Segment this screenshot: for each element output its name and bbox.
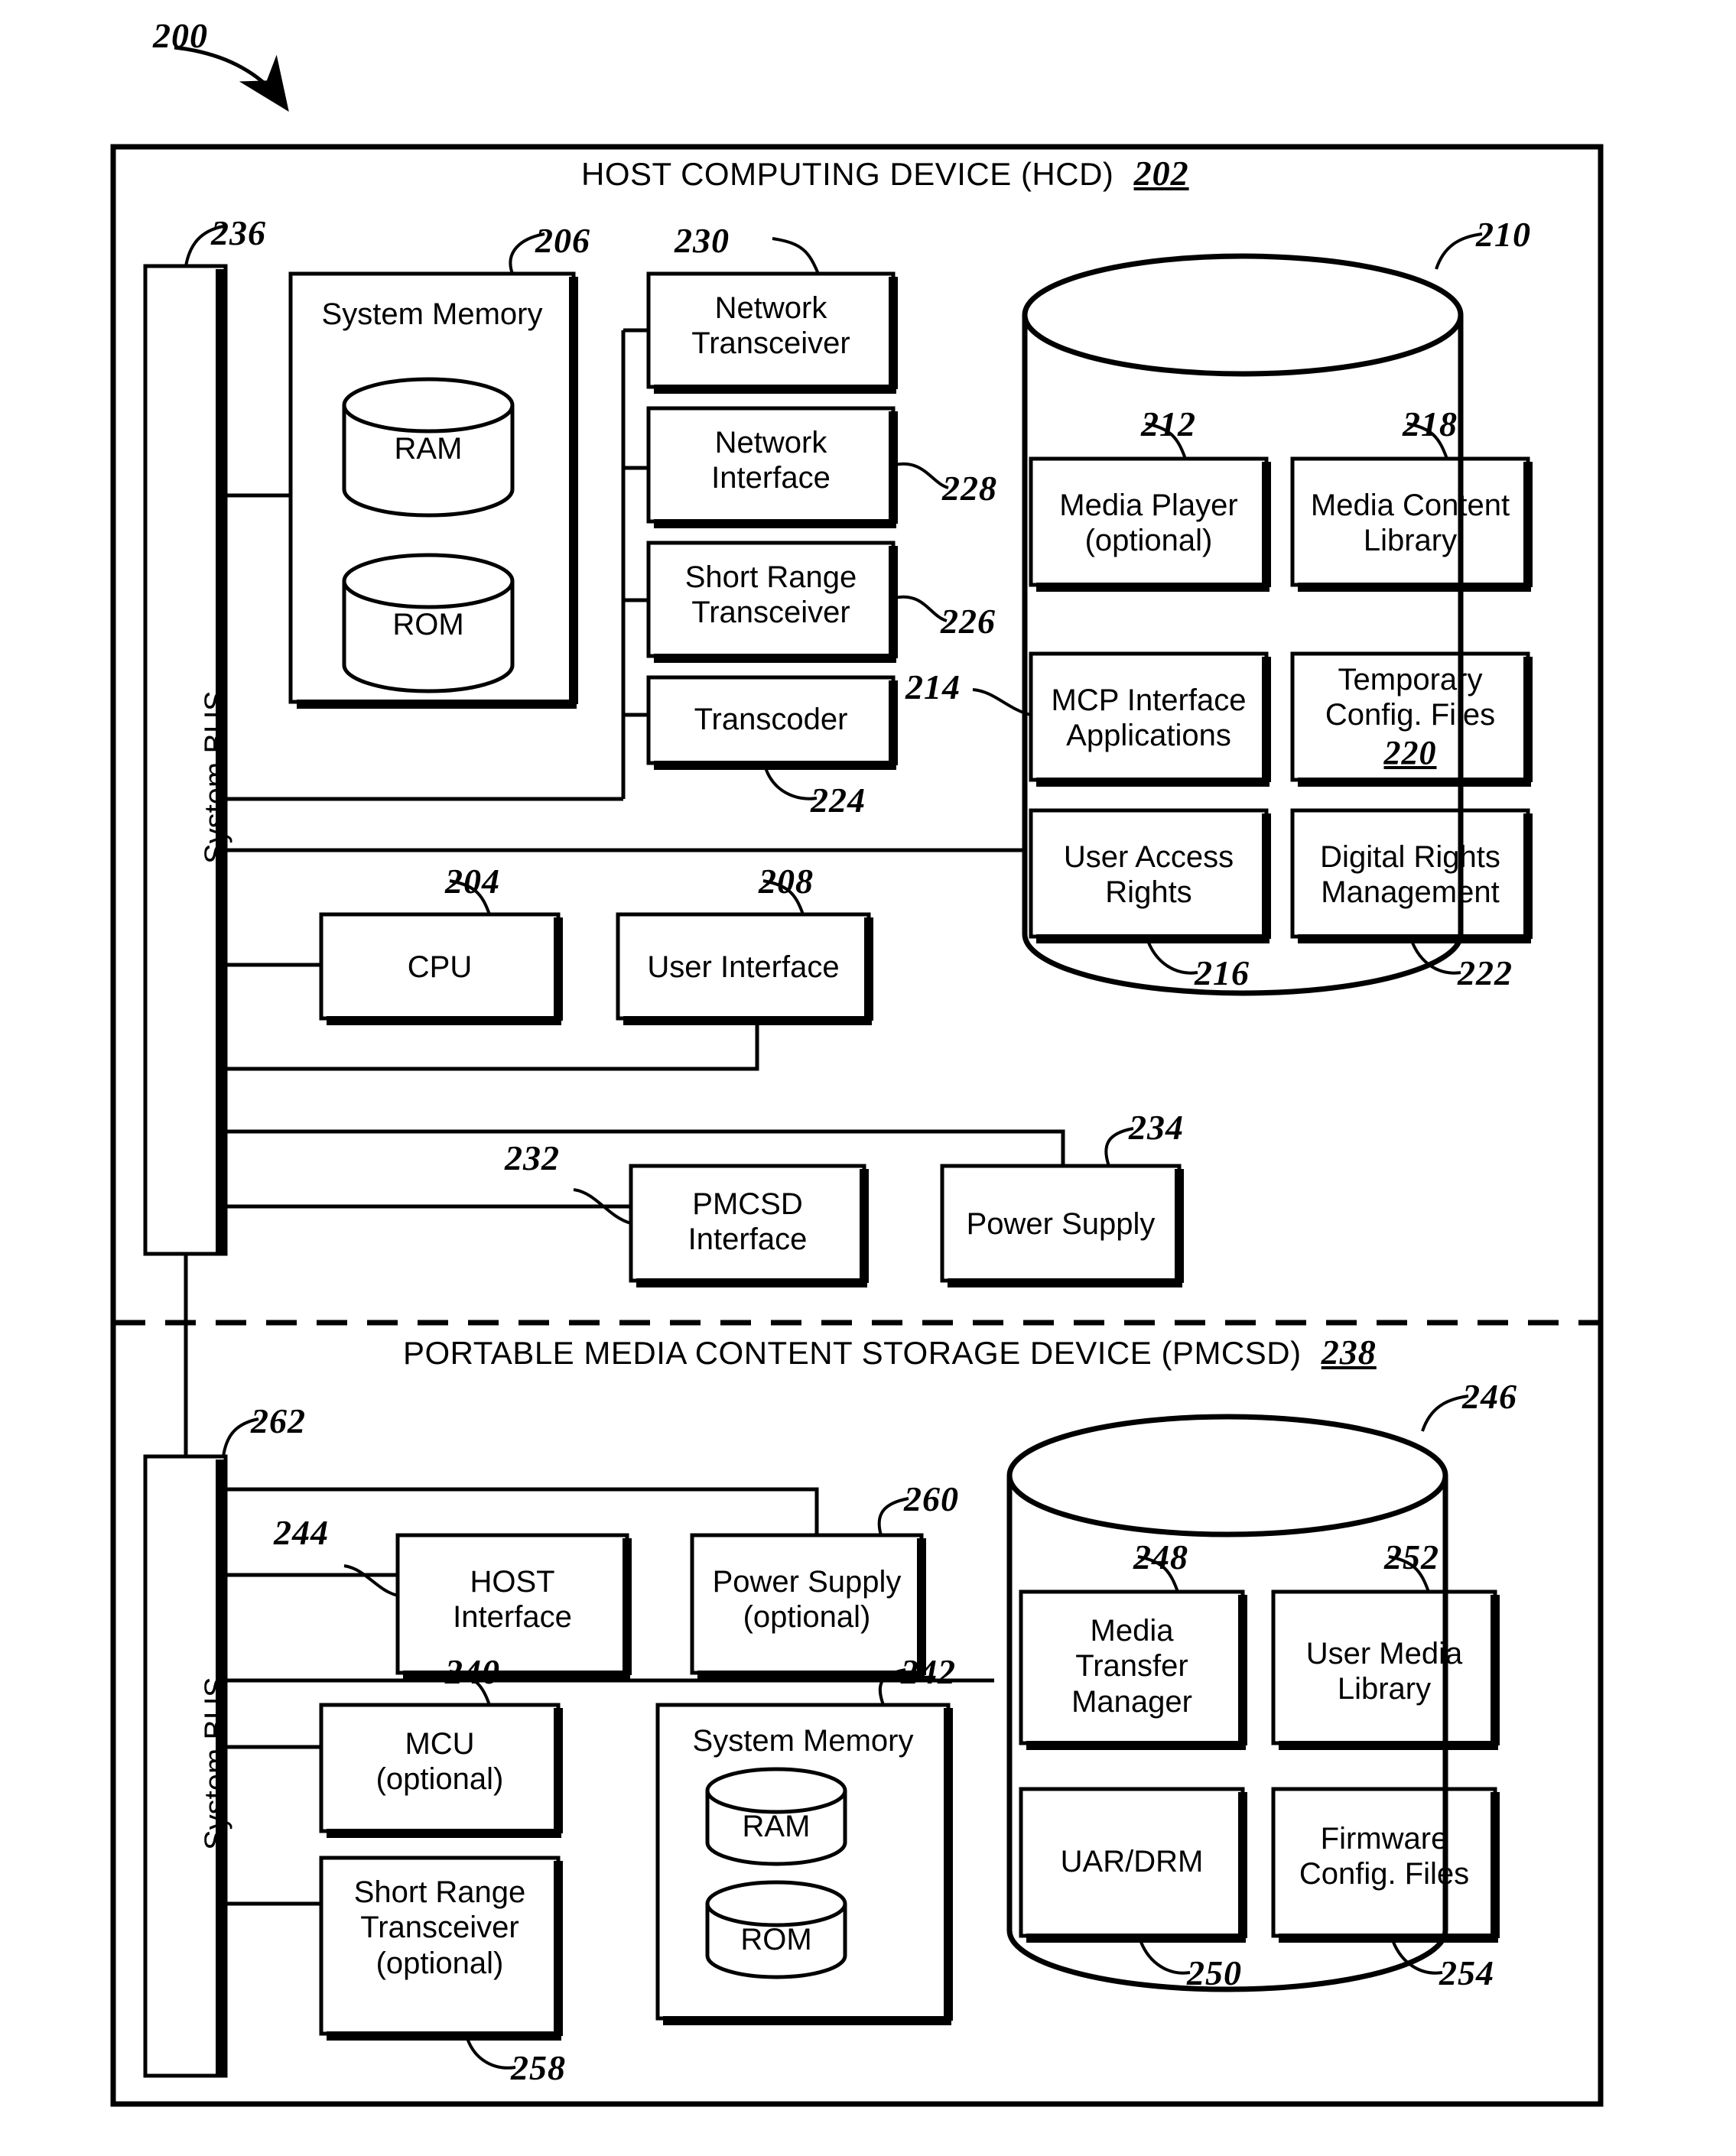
section-title-pmcsd: PORTABLE MEDIA CONTENT STORAGE DEVICE (P… [403, 1332, 1377, 1372]
hcd-network-transceiver-ref: 230 [675, 221, 730, 260]
figure-ref: 200 [153, 16, 208, 55]
pmcsd-db-uar-drm-ref: 250 [1187, 1953, 1242, 1992]
hcd-title-ref: 202 [1133, 154, 1189, 193]
pmcsd-system-memory-label: System Memory [692, 1724, 914, 1758]
pmcsd-mcu-ref: 240 [445, 1652, 500, 1691]
hcd-cpu-label: CPU [407, 950, 473, 984]
pmcsd-db-user-media-library-label: User Media Library [1305, 1637, 1463, 1706]
hcd-db-temporary-config-files-ref: 220 [1383, 733, 1437, 771]
pmcsd-power-supply-ref: 260 [904, 1479, 959, 1518]
pmcsd-mcu-label: MCU (optional) [375, 1727, 504, 1797]
pmcsd-system-memory-ref: 242 [901, 1652, 956, 1691]
hcd-transcoder-label: Transcoder [694, 703, 848, 736]
pmcsd-title-text: PORTABLE MEDIA CONTENT STORAGE DEVICE (P… [403, 1335, 1302, 1371]
pmcsd-bus-ref: 262 [251, 1401, 306, 1440]
pmcsd-rom-label: ROM [740, 1923, 812, 1956]
hcd-db-mcp-interface-applications-label: MCP Interface Applications [1051, 683, 1247, 753]
pmcsd-host-interface-ref: 244 [274, 1513, 329, 1552]
hcd-db-digital-rights-management-label: Digital Rights Management [1320, 840, 1500, 910]
pmcsd-db-media-transfer-manager-label: Media Transfer Manager [1071, 1614, 1192, 1719]
hcd-db-temporary-config-files-label: Temporary Config. Files 220 [1325, 663, 1496, 771]
hcd-db-user-access-rights-label: User Access Rights [1063, 840, 1234, 910]
hcd-network-transceiver-label: Network Transceiver [691, 291, 850, 361]
hcd-network-interface-ref: 228 [942, 469, 997, 508]
hcd-pmcsd-interface-label: PMCSD Interface [688, 1187, 808, 1257]
hcd-short-range-transceiver-ref: 226 [941, 602, 996, 641]
hcd-ram-label: RAM [394, 432, 463, 466]
pmcsd-bus-label: System BUS [199, 1677, 232, 1850]
hcd-db-media-content-library-ref: 218 [1403, 404, 1458, 443]
pmcsd-db-user-media-library-ref: 252 [1384, 1537, 1439, 1576]
pmcsd-database-ref: 246 [1462, 1377, 1517, 1416]
hcd-bus-label: System BUS [199, 690, 232, 864]
hcd-rom-label: ROM [392, 608, 464, 641]
pmcsd-db-firmware-config-files-ref: 254 [1439, 1953, 1494, 1992]
hcd-power-supply-ref: 234 [1129, 1108, 1184, 1147]
hcd-db-digital-rights-management-ref: 222 [1458, 953, 1513, 992]
hcd-user-interface-label: User Interface [647, 950, 840, 984]
pmcsd-title-ref: 238 [1321, 1333, 1377, 1372]
hcd-pmcsd-interface-ref: 232 [505, 1138, 560, 1177]
pmcsd-short-range-transceiver-label: Short Range Transceiver (optional) [353, 1875, 526, 1980]
hcd-power-supply-label: Power Supply [966, 1207, 1156, 1241]
pmcsd-short-range-transceiver-ref: 258 [511, 2048, 566, 2087]
pmcsd-host-interface-label: HOST Interface [453, 1565, 572, 1635]
hcd-short-range-transceiver-label: Short Range Transceiver [684, 560, 857, 630]
hcd-cpu-ref: 204 [445, 862, 500, 901]
hcd-db-mcp-interface-applications-ref: 214 [905, 667, 961, 706]
hcd-system-memory-label: System Memory [321, 297, 543, 331]
hcd-system-memory-ref: 206 [535, 221, 590, 260]
pmcsd-db-uar-drm-label: UAR/DRM [1060, 1845, 1204, 1878]
pmcsd-power-supply-label: Power Supply (optional) [712, 1565, 902, 1635]
hcd-transcoder-ref: 224 [811, 781, 866, 820]
hcd-network-interface-label: Network Interface [711, 426, 831, 495]
pmcsd-db-firmware-config-files-label: Firmware Config. Files [1299, 1822, 1470, 1891]
hcd-db-media-player-label: Media Player (optional) [1059, 489, 1238, 558]
hcd-title-text: HOST COMPUTING DEVICE (HCD) [581, 156, 1114, 192]
hcd-db-media-player-ref: 212 [1141, 404, 1196, 443]
hcd-db-media-content-library-label: Media Content Library [1310, 489, 1510, 558]
pmcsd-db-media-transfer-manager-ref: 248 [1133, 1537, 1188, 1576]
pmcsd-ram-label: RAM [742, 1810, 811, 1843]
hcd-db-user-access-rights-ref: 216 [1195, 953, 1250, 992]
hcd-user-interface-ref: 208 [759, 862, 814, 901]
patent-figure: 200 HOST COMPUTING DEVICE (HCD) 202 PORT… [0, 0, 1736, 2156]
hcd-database-ref: 210 [1476, 215, 1531, 254]
hcd-bus-ref: 236 [211, 213, 266, 252]
section-title-hcd: HOST COMPUTING DEVICE (HCD) 202 [581, 153, 1189, 193]
figure-leader-arrow [174, 45, 289, 112]
